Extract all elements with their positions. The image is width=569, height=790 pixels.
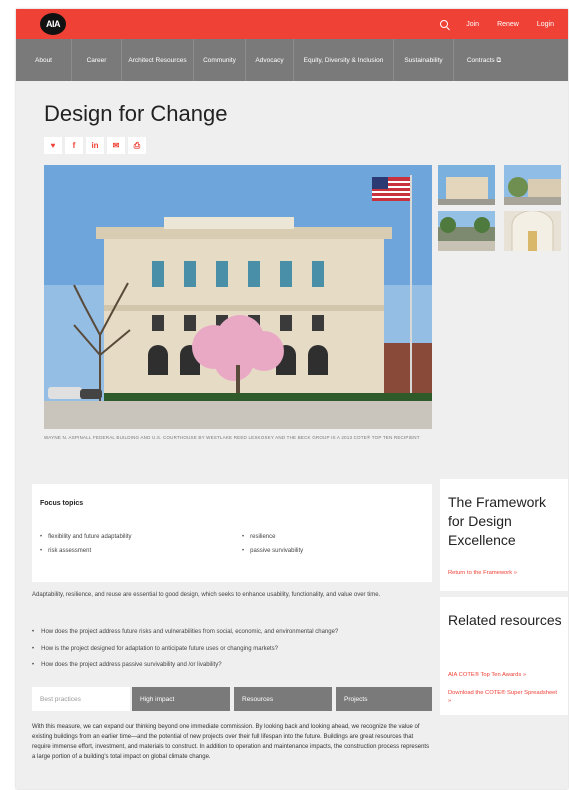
nav-item-sustainability[interactable]: Sustainability <box>394 39 454 81</box>
focus-topic-item: flexibility and future adaptability <box>40 534 131 540</box>
thumbnail-3-image <box>438 211 495 251</box>
tab-high-impact[interactable]: High impact <box>132 687 230 711</box>
intro-text: Adaptability, resilience, and reuse are … <box>32 592 381 598</box>
related-resources-card: Related resources AIA COTE® Top Ten Awar… <box>440 597 568 715</box>
framework-heading: The Framework for Design Excellence <box>448 494 547 548</box>
main-nav: About Career Architect Resources Communi… <box>16 39 568 81</box>
search-icon[interactable] <box>440 20 449 28</box>
question-item: How is the project designed for adaptati… <box>32 646 278 652</box>
nav-item-contracts[interactable]: Contracts ⧉ <box>454 39 514 81</box>
nav-item-advocacy[interactable]: Advocacy <box>246 39 294 81</box>
focus-topics-title: Focus topics <box>40 500 84 507</box>
email-share-button[interactable]: ✉ <box>107 137 125 154</box>
renew-link[interactable]: Renew <box>497 21 519 28</box>
tab-resources[interactable]: Resources <box>234 687 332 711</box>
focus-topic-item: risk assessment <box>40 548 91 554</box>
page-title: Design for Change <box>44 101 228 126</box>
print-icon: ⎙ <box>133 140 141 150</box>
parked-car-dark <box>80 389 102 399</box>
roof-penthouse <box>164 217 294 229</box>
nav-item-equity[interactable]: Equity, Diversity & Inclusion <box>294 39 394 81</box>
thumbnail-1[interactable] <box>438 165 495 205</box>
login-link[interactable]: Login <box>537 21 554 28</box>
thumbnail-1-image <box>438 165 495 205</box>
question-item: How does the project address future risk… <box>32 629 338 635</box>
thumbnail-2-image <box>504 165 561 205</box>
belt-course <box>104 305 384 311</box>
flag-pole <box>410 175 412 400</box>
nav-item-career[interactable]: Career <box>72 39 122 81</box>
tab-best-practices[interactable]: Best practices <box>32 687 130 711</box>
top-bar: AIA Join Renew Login <box>16 9 568 39</box>
focus-topic-item: passive survivability <box>242 548 303 554</box>
cote-spreadsheet-link[interactable]: Download the COTE® Super Spreadsheet » <box>448 689 560 705</box>
linkedin-share-button[interactable]: in <box>86 137 104 154</box>
twitter-share-button[interactable]: ♥ <box>44 137 62 154</box>
building-illustration <box>44 165 432 429</box>
cote-top-ten-link[interactable]: AIA COTE® Top Ten Awards » <box>448 671 560 679</box>
linkedin-icon: in <box>91 141 99 150</box>
facebook-share-button[interactable]: f <box>65 137 83 154</box>
thumbnail-3[interactable] <box>438 211 495 251</box>
nav-item-community[interactable]: Community <box>194 39 246 81</box>
join-link[interactable]: Join <box>466 21 479 28</box>
email-icon: ✉ <box>112 141 120 150</box>
parked-car <box>48 387 82 399</box>
sidewalk <box>44 401 432 429</box>
thumbnail-4[interactable] <box>504 211 561 251</box>
share-row: ♥ f in ✉ ⎙ <box>44 137 146 154</box>
aia-logo[interactable]: AIA <box>40 13 66 35</box>
tab-projects[interactable]: Projects <box>336 687 432 711</box>
focus-topic-item: resilience <box>242 534 275 540</box>
nav-item-about[interactable]: About <box>16 39 72 81</box>
twitter-icon: ♥ <box>50 141 56 150</box>
page-frame: AIA Join Renew Login About Career Archit… <box>16 9 568 789</box>
focus-topics-box: Focus topics flexibility and future adap… <box>32 484 432 582</box>
print-button[interactable]: ⎙ <box>128 137 146 154</box>
thumbnail-2[interactable] <box>504 165 561 205</box>
question-item: How does the project address passive sur… <box>32 662 221 668</box>
top-links: Join Renew Login <box>440 9 554 39</box>
flag-canton <box>372 177 388 189</box>
facebook-icon: f <box>72 141 76 150</box>
nav-item-architect-resources[interactable]: Architect Resources <box>122 39 194 81</box>
thumbnail-4-image <box>504 211 561 251</box>
hero-caption: WAYNE N. ASPINALL FEDERAL BUILDING AND U… <box>44 435 420 440</box>
hero-image[interactable] <box>44 165 432 429</box>
body-text: With this measure, we can expand our thi… <box>32 724 430 760</box>
framework-card: The Framework for Design Excellence Retu… <box>440 479 568 591</box>
related-resources-heading: Related resources <box>448 612 562 628</box>
return-to-framework-link[interactable]: Return to the Framework » <box>448 569 560 577</box>
